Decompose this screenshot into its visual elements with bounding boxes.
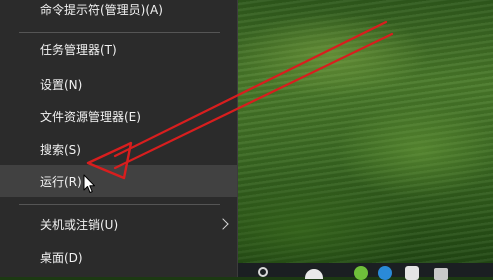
mouse-pointer-icon xyxy=(83,174,95,193)
red-arrow-annotation xyxy=(86,20,394,180)
